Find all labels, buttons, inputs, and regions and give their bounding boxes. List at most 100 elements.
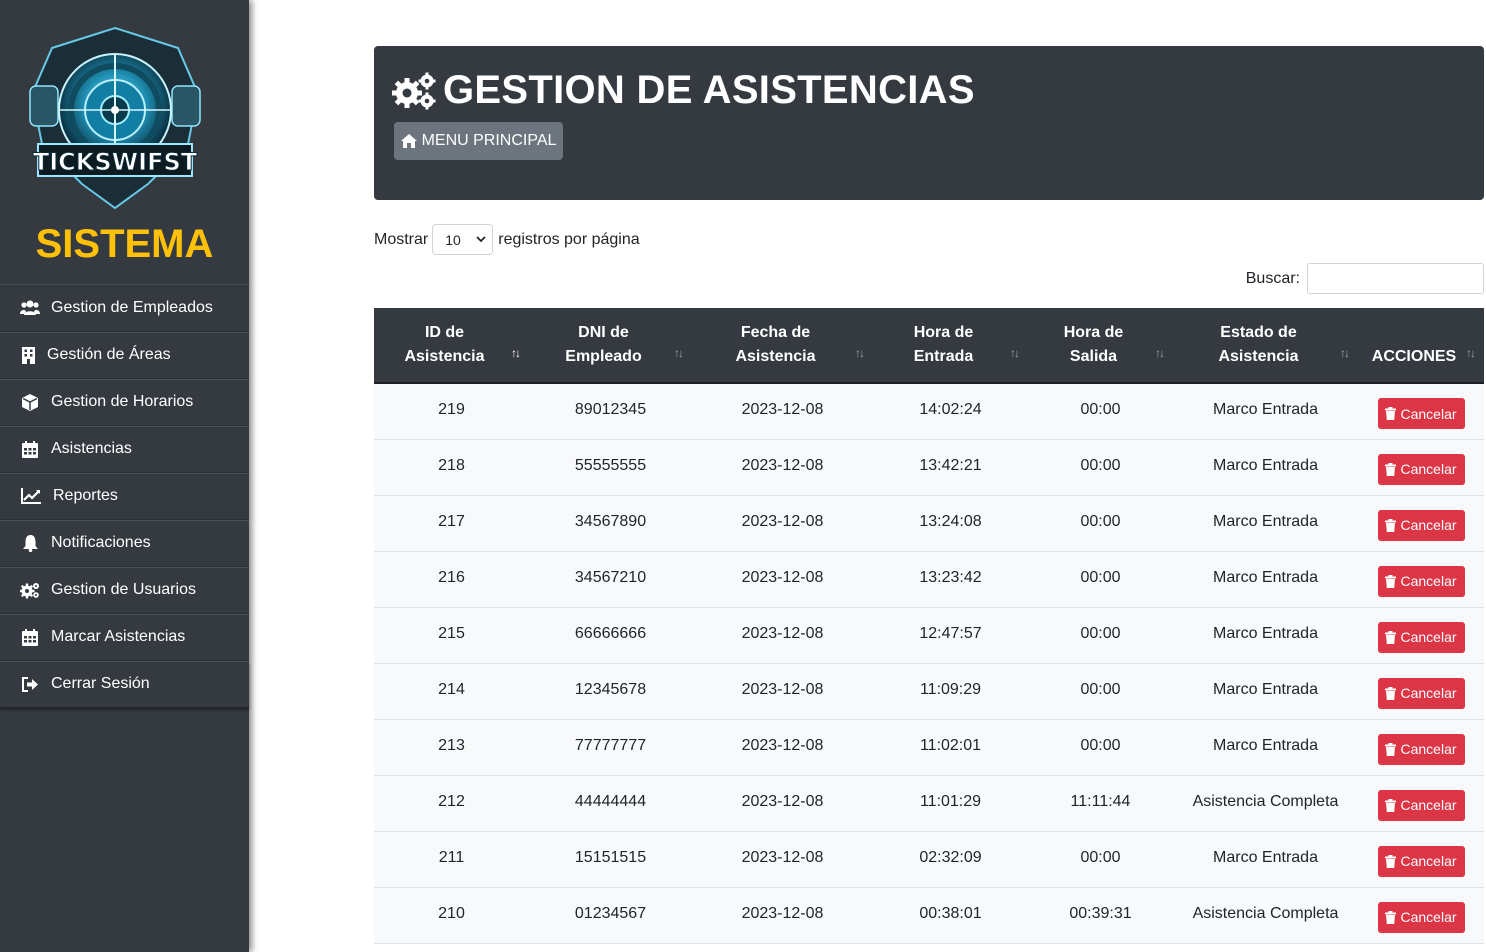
cell-dni: 55555555 bbox=[574, 456, 647, 474]
tickswifst-logo: TICKSWIFST bbox=[29, 26, 201, 210]
cell-entrada: 12:47:57 bbox=[919, 624, 982, 642]
cell-fecha: 2023-12-08 bbox=[741, 736, 824, 754]
cancel-button-label: Cancelar bbox=[1400, 461, 1457, 477]
column-header-estado[interactable]: Estado de Asistencia ↑↓ bbox=[1173, 308, 1358, 384]
cell-acciones: Cancelar bbox=[1358, 831, 1484, 887]
sidebar-item-gestion-horarios[interactable]: Gestion de Horarios bbox=[0, 379, 249, 426]
table-row: 216 34567210 2023-12-08 13:23:42 00:00 Marco … bbox=[374, 551, 1484, 607]
sidebar-item-gestion-usuarios[interactable]: Gestion de Usuarios bbox=[0, 567, 249, 614]
column-header-line1: Hora de bbox=[913, 324, 974, 341]
trash-icon bbox=[1385, 630, 1397, 644]
cancel-button-label: Cancelar bbox=[1400, 909, 1457, 925]
cell-entrada: 13:23:42 bbox=[919, 568, 982, 586]
sidebar-item-asistencias[interactable]: Asistencias bbox=[0, 426, 249, 473]
sidebar-item-cerrar-sesion[interactable]: Cerrar Sesión bbox=[0, 661, 249, 708]
column-header-line1: Fecha de bbox=[740, 324, 811, 341]
menu-principal-label: MENU PRINCIPAL bbox=[421, 132, 557, 149]
line-chart-icon bbox=[20, 486, 42, 506]
sidebar-item-label: Gestion de Horarios bbox=[51, 393, 194, 410]
column-header-salida[interactable]: Hora de Salida ↑↓ bbox=[1028, 308, 1173, 384]
cell-salida: 00:00 bbox=[1080, 401, 1121, 418]
trash-icon bbox=[1385, 854, 1397, 868]
cell-salida: 00:00 bbox=[1080, 568, 1121, 586]
cell-salida: 00:00 bbox=[1080, 680, 1121, 698]
cancel-button[interactable]: Cancelar bbox=[1377, 677, 1465, 709]
cell-salida: 00:00 bbox=[1080, 736, 1121, 754]
cell-id: 212 bbox=[438, 792, 465, 810]
sidebar-item-gestion-areas[interactable]: Gestión de Áreas bbox=[0, 332, 249, 379]
sort-icon: ↑↓ bbox=[511, 346, 521, 360]
cell-id: 219 bbox=[438, 401, 465, 418]
cell-estado: Asistencia Completa bbox=[1192, 904, 1339, 922]
cancel-button[interactable]: Cancelar bbox=[1377, 901, 1465, 933]
cell-salida: 00:00 bbox=[1080, 512, 1121, 530]
cell-acciones: Cancelar bbox=[1358, 607, 1484, 663]
column-header-line1: ID de bbox=[424, 324, 465, 341]
cell-dni: 34567890 bbox=[574, 512, 647, 530]
cancel-button[interactable]: Cancelar bbox=[1377, 789, 1465, 821]
cancel-button[interactable]: Cancelar bbox=[1377, 845, 1465, 877]
cell-entrada: 02:32:09 bbox=[919, 848, 982, 866]
trash-icon bbox=[1385, 686, 1397, 700]
sidebar-menu: Gestion de Empleados Gestión de Áreas Ge… bbox=[0, 284, 249, 708]
cell-fecha: 2023-12-08 bbox=[741, 848, 824, 866]
cell-dni: 44444444 bbox=[574, 792, 647, 810]
menu-principal-button[interactable]: MENU PRINCIPAL bbox=[394, 122, 563, 160]
page-size-select[interactable]: 10 bbox=[432, 224, 494, 255]
cell-estado: Marco Entrada bbox=[1213, 401, 1318, 418]
cancel-button[interactable]: Cancelar bbox=[1377, 621, 1465, 653]
sort-icon: ↑↓ bbox=[1340, 346, 1350, 360]
cell-acciones: Cancelar bbox=[1358, 383, 1484, 439]
page-header: GESTION DE ASISTENCIAS MENU PRINCIPAL bbox=[374, 46, 1484, 200]
trash-icon bbox=[1385, 742, 1397, 756]
cell-entrada: 11:02:01 bbox=[919, 736, 982, 754]
cell-estado: Marco Entrada bbox=[1213, 568, 1318, 586]
calendar-icon bbox=[20, 439, 40, 459]
cell-id: 216 bbox=[438, 568, 465, 586]
cell-salida: 00:00 bbox=[1080, 456, 1121, 474]
cancel-button[interactable]: Cancelar bbox=[1377, 733, 1465, 765]
sidebar-item-reportes[interactable]: Reportes bbox=[0, 473, 249, 520]
column-header-line1: DNI de bbox=[578, 324, 629, 341]
cell-id: 213 bbox=[438, 736, 465, 754]
search-input[interactable] bbox=[1307, 263, 1484, 294]
column-header-fecha[interactable]: Fecha de Asistencia ↑↓ bbox=[692, 308, 873, 384]
sidebar-item-notificaciones[interactable]: Notificaciones bbox=[0, 520, 249, 567]
cell-dni: 15151515 bbox=[574, 848, 647, 866]
cancel-button[interactable]: Cancelar bbox=[1377, 509, 1465, 541]
column-header-id[interactable]: ID de Asistencia ↑↓ bbox=[374, 308, 529, 384]
table-row: 213 77777777 2023-12-08 11:02:01 00:00 Marco … bbox=[374, 719, 1484, 775]
column-header-dni[interactable]: DNI de Empleado ↑↓ bbox=[529, 308, 692, 384]
table-row: 218 55555555 2023-12-08 13:42:21 00:00 Marco … bbox=[374, 439, 1484, 495]
cancel-button[interactable]: Cancelar bbox=[1377, 453, 1465, 485]
page-title-text: GESTION DE ASISTENCIAS bbox=[443, 68, 975, 112]
column-header-acciones[interactable]: ACCIONES ↑↓ bbox=[1358, 308, 1484, 384]
gears-icon bbox=[20, 580, 40, 600]
chevron-down-icon bbox=[476, 236, 486, 243]
cell-fecha: 2023-12-08 bbox=[741, 792, 824, 810]
cell-salida: 00:00 bbox=[1080, 848, 1121, 866]
sidebar-item-label: Marcar Asistencias bbox=[51, 628, 186, 645]
cell-id: 211 bbox=[438, 848, 465, 866]
show-label: Mostrar bbox=[374, 230, 429, 248]
sidebar-item-label: Gestion de Usuarios bbox=[51, 581, 196, 598]
column-header-entrada[interactable]: Hora de Entrada ↑↓ bbox=[873, 308, 1028, 384]
cell-estado: Marco Entrada bbox=[1213, 680, 1318, 698]
cancel-button[interactable]: Cancelar bbox=[1377, 398, 1465, 429]
cell-entrada: 11:01:29 bbox=[919, 792, 982, 810]
asistencias-table: ID de Asistencia ↑↓ DNI de Empleado ↑↓ Fecha d… bbox=[374, 308, 1484, 944]
cell-id: 215 bbox=[438, 624, 465, 642]
cell-entrada: 11:09:29 bbox=[919, 680, 982, 698]
cancel-button-label: Cancelar bbox=[1400, 685, 1457, 701]
sidebar-item-label: Asistencias bbox=[51, 440, 132, 457]
page-length-control: Mostrar 10 registros por página bbox=[374, 224, 640, 255]
table-row: 219 89012345 2023-12-08 14:02:24 00:00 Marco … bbox=[374, 383, 1484, 439]
sidebar: TICKSWIFST SISTEMA Gestion de Empleados … bbox=[0, 0, 249, 952]
sidebar-item-marcar-asistencias[interactable]: Marcar Asistencias bbox=[0, 614, 249, 661]
column-header-line2: Entrada bbox=[913, 348, 974, 365]
cell-dni: 77777777 bbox=[574, 736, 647, 754]
cancel-button[interactable]: Cancelar bbox=[1377, 565, 1465, 597]
sort-icon: ↑↓ bbox=[1155, 346, 1165, 360]
sidebar-item-gestion-empleados[interactable]: Gestion de Empleados bbox=[0, 285, 249, 332]
cell-acciones: Cancelar bbox=[1358, 663, 1484, 719]
